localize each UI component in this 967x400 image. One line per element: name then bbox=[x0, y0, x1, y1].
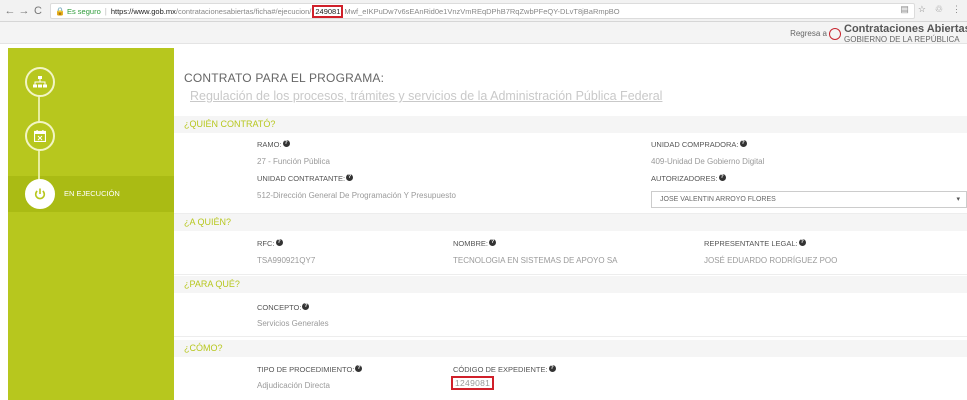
nombre-value: TECNOLOGIA EN SISTEMAS DE APOYO SA bbox=[453, 256, 618, 265]
url-path: /contratacionesabiertas/ficha#/ejecucion… bbox=[175, 6, 312, 16]
help-icon[interactable]: ? bbox=[798, 239, 806, 246]
contract-detail: CONTRATO PARA EL PROGRAMA: Regulación de… bbox=[174, 48, 967, 400]
step-execution[interactable] bbox=[25, 179, 55, 209]
forward-arrow-icon[interactable]: → bbox=[17, 5, 31, 17]
section-a-quien: ¿A QUIÉN? bbox=[174, 214, 967, 231]
section-heading: ¿CÓMO? bbox=[184, 343, 223, 353]
nombre-label: NOMBRE:? bbox=[453, 239, 497, 248]
help-icon[interactable]: ? bbox=[739, 140, 747, 147]
help-icon[interactable]: ? bbox=[355, 365, 363, 372]
power-icon bbox=[34, 188, 46, 200]
rfc-value: TSA990921QY7 bbox=[257, 256, 316, 265]
ramo-value: 27 - Función Pública bbox=[257, 157, 330, 166]
program-link[interactable]: Regulación de los procesos, trámites y s… bbox=[190, 89, 662, 103]
sitemap-icon bbox=[33, 76, 47, 88]
process-sidebar: EN EJECUCIÓN bbox=[8, 48, 174, 400]
unidad-compradora-value: 409-Unidad De Gobierno Digital bbox=[651, 157, 765, 166]
help-icon[interactable]: ? bbox=[548, 365, 556, 372]
codigo-expediente-highlight: 1249081 bbox=[451, 376, 495, 390]
section-heading: ¿QUIÉN CONTRATÓ? bbox=[184, 119, 276, 129]
unidad-contratante-label: UNIDAD CONTRATANTE:? bbox=[257, 174, 354, 183]
tipo-procedimiento-value: Adjudicación Directa bbox=[257, 381, 330, 390]
help-icon[interactable]: ? bbox=[718, 174, 726, 181]
browser-toolbar: ← → C 🔒 Es seguro | https://www.gob.mx /… bbox=[0, 0, 967, 22]
site-header: Regresa a Contrataciones Abiertas GOBIER… bbox=[0, 22, 967, 44]
help-icon[interactable]: ? bbox=[282, 140, 290, 147]
chevron-down-icon: ▾ bbox=[956, 196, 960, 203]
help-icon[interactable]: ? bbox=[489, 239, 497, 246]
codigo-expediente-value: 1249081 bbox=[451, 376, 495, 390]
unidad-compradora-label: UNIDAD COMPRADORA:? bbox=[651, 140, 747, 149]
divider bbox=[174, 274, 967, 275]
calendar-icon bbox=[34, 130, 46, 142]
autorizadores-label: AUTORIZADORES:? bbox=[651, 174, 726, 183]
address-bar[interactable]: 🔒 Es seguro | https://www.gob.mx /contra… bbox=[50, 3, 915, 19]
url-separator: | bbox=[104, 6, 107, 16]
browser-extension-icons: ▤ ☆ ♲ ⋮ bbox=[900, 4, 961, 15]
lock-icon: 🔒 bbox=[55, 6, 65, 16]
step-execution-label: EN EJECUCIÓN bbox=[64, 189, 120, 198]
representante-value: JOSÉ EDUARDO RODRÍGUEZ POO bbox=[704, 256, 838, 265]
concepto-value: Servicios Generales bbox=[257, 319, 329, 328]
reload-icon[interactable]: C bbox=[31, 5, 45, 17]
section-como: ¿CÓMO? bbox=[174, 340, 967, 357]
section-quien-contrato: ¿QUIÉN CONTRATÓ? bbox=[174, 116, 967, 133]
url-host: https://www.gob.mx bbox=[110, 6, 176, 16]
extension-icon[interactable]: ♲ bbox=[935, 4, 943, 15]
help-icon[interactable]: ? bbox=[302, 303, 310, 310]
menu-icon[interactable]: ⋮ bbox=[952, 4, 961, 15]
url-rest: Mwf_eIKPuDw7v6sEAnRid0e1VnzVmREqDPhB7RqZ… bbox=[344, 6, 620, 16]
autorizadores-selected-value: JOSE VALENTIN ARROYO FLORES bbox=[660, 196, 776, 203]
section-para-que: ¿PARA QUÉ? bbox=[174, 276, 967, 293]
codigo-expediente-label: CÓDIGO DE EXPEDIENTE:? bbox=[453, 365, 556, 374]
section-heading: ¿PARA QUÉ? bbox=[184, 279, 240, 289]
rfc-label: RFC:? bbox=[257, 239, 283, 248]
tipo-procedimiento-label: TIPO DE PROCEDIMIENTO:? bbox=[257, 365, 363, 374]
translate-icon[interactable]: ▤ bbox=[900, 4, 909, 15]
autorizadores-select[interactable]: JOSE VALENTIN ARROYO FLORES ▾ bbox=[651, 191, 967, 208]
representante-label: REPRESENTANTE LEGAL:? bbox=[704, 239, 806, 248]
logo-title[interactable]: Contrataciones Abiertas bbox=[844, 23, 967, 35]
divider bbox=[174, 336, 967, 337]
logo-circle-icon bbox=[829, 28, 841, 40]
page-title: CONTRATO PARA EL PROGRAMA: bbox=[184, 71, 385, 85]
step-planning[interactable] bbox=[25, 67, 55, 97]
section-heading: ¿A QUIÉN? bbox=[184, 217, 232, 227]
help-icon[interactable]: ? bbox=[346, 174, 354, 181]
logo-subtitle: GOBIERNO DE LA REPÚBLICA bbox=[844, 35, 960, 44]
back-arrow-icon[interactable]: ← bbox=[3, 5, 17, 17]
help-icon[interactable]: ? bbox=[275, 239, 283, 246]
unidad-contratante-value: 512-Dirección General De Programación Y … bbox=[257, 191, 456, 200]
url-highlighted-id: 249081 bbox=[312, 4, 344, 18]
back-to-label: Regresa a bbox=[790, 29, 827, 38]
star-icon[interactable]: ☆ bbox=[918, 4, 926, 15]
secure-label: Es seguro bbox=[66, 6, 101, 16]
ramo-label: RAMO:? bbox=[257, 140, 290, 149]
step-tender[interactable] bbox=[25, 121, 55, 151]
concepto-label: CONCEPTO:? bbox=[257, 303, 310, 312]
